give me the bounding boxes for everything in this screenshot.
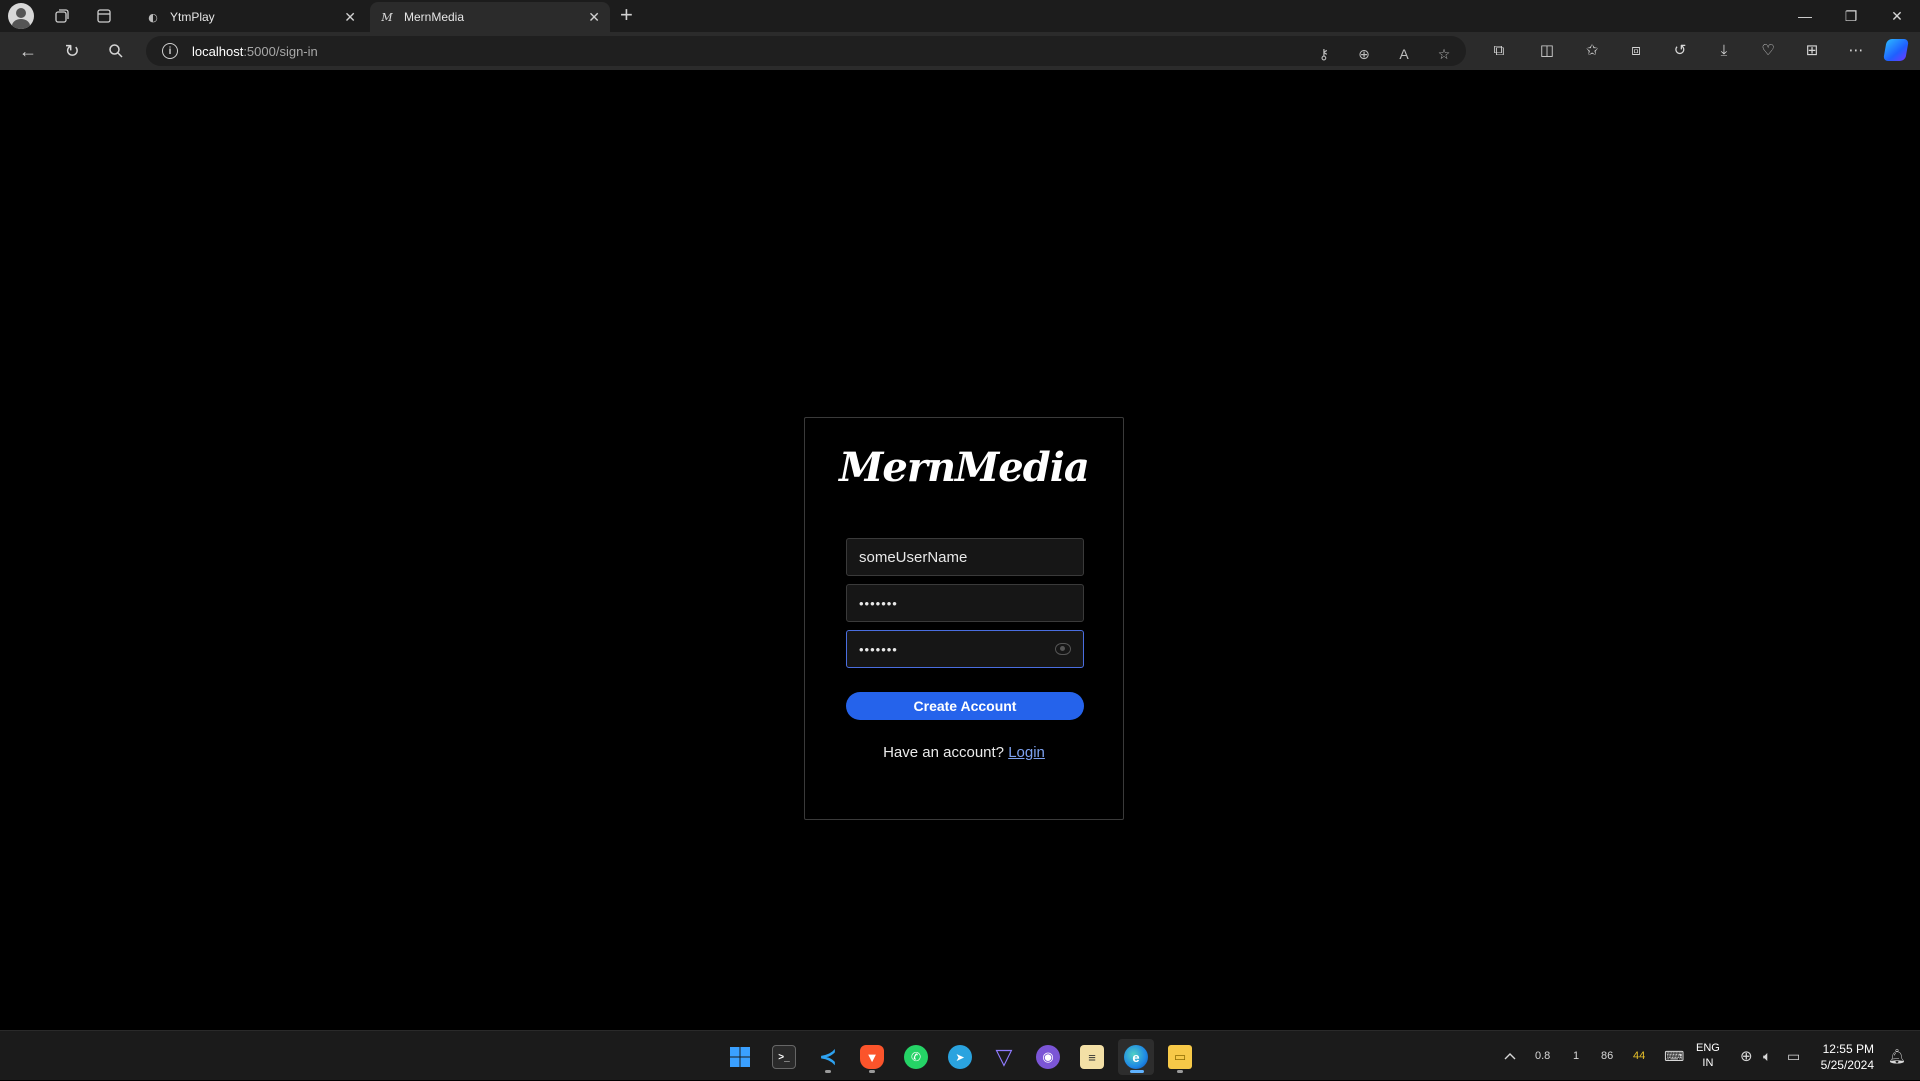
site-info-icon[interactable]: i [162, 43, 178, 59]
history-icon[interactable]: ↺ [1668, 38, 1692, 62]
vscode-icon: ≺ [818, 1044, 838, 1069]
close-tab-icon[interactable]: ✕ [344, 9, 356, 26]
brave-app[interactable]: ▼ [854, 1039, 890, 1075]
confirm-password-value: ••••••• [859, 641, 898, 657]
have-account-row: Have an account? Login [805, 744, 1123, 761]
zoom-icon[interactable]: ⊕ [1354, 44, 1374, 64]
tab-title: MernMedia [404, 10, 465, 24]
keyboard-icon[interactable]: ⌨ [1664, 1031, 1684, 1081]
show-password-eye-icon[interactable] [1055, 643, 1071, 655]
refresh-icon[interactable]: ↻ [58, 38, 86, 64]
username-value: someUserName [859, 548, 968, 566]
close-tab-icon[interactable]: ✕ [588, 9, 600, 26]
tab-mernmedia[interactable]: M MernMedia ✕ [370, 2, 610, 32]
notepad-app[interactable]: ≡ [1074, 1039, 1110, 1075]
confirm-password-input[interactable]: ••••••• [846, 630, 1084, 668]
mernmedia-m-icon: M [381, 10, 393, 24]
proton-vpn-app[interactable]: ▽ [986, 1039, 1022, 1075]
address-bar[interactable]: i localhost:5000/sign-in ⚷ ⊕ A ☆ [146, 36, 1466, 66]
app-logo: MernMedia [839, 444, 1090, 491]
file-explorer-icon: ▭ [1168, 1045, 1192, 1069]
password-input[interactable]: ••••••• [846, 584, 1084, 622]
vscode-app[interactable]: ≺ [810, 1039, 846, 1075]
edge-app[interactable]: e [1118, 1039, 1154, 1075]
tray-overflow-icon[interactable] [1504, 1031, 1516, 1081]
page-viewport: MernMedia someUserName ••••••• ••••••• C… [4, 70, 1916, 1028]
browser-tab-bar: ◐ YtmPlay ✕ M MernMedia ✕ + — ❐ ✕ [0, 0, 1920, 32]
username-input[interactable]: someUserName [846, 538, 1084, 576]
new-tab-icon[interactable]: + [620, 2, 633, 28]
notifications-icon[interactable]: 🔔︎ [1888, 1031, 1906, 1081]
search-icon[interactable] [102, 38, 130, 64]
proton-vpn-icon: ▽ [995, 1044, 1013, 1069]
copilot-icon[interactable] [1883, 39, 1909, 61]
tab-title: YtmPlay [170, 10, 215, 24]
apps-icon[interactable]: ⊞ [1800, 38, 1824, 62]
whatsapp-icon: ✆ [904, 1045, 928, 1069]
password-value: ••••••• [859, 595, 898, 611]
have-account-text: Have an account? [883, 744, 1005, 761]
clock-date: 5/25/2024 [1820, 1058, 1874, 1072]
github-desktop-app[interactable]: ◉ [1030, 1039, 1066, 1075]
close-window-icon[interactable]: ✕ [1874, 0, 1920, 32]
collections-icon[interactable]: ⧈ [1624, 38, 1648, 62]
restore-icon[interactable]: ❐ [1828, 0, 1874, 32]
tab-ytmplay[interactable]: ◐ YtmPlay ✕ [136, 2, 366, 32]
password-key-icon[interactable]: ⚷ [1314, 44, 1334, 64]
volume-icon[interactable]: 🔈︎ [1763, 1031, 1771, 1081]
battery-icon[interactable]: ▭ [1787, 1031, 1800, 1081]
tray-stat-temp: 44 [1633, 1050, 1646, 1062]
file-explorer-app[interactable]: ▭ [1162, 1039, 1198, 1075]
tray-stat-disk: 86 [1601, 1050, 1614, 1062]
terminal-app[interactable]: >_ [766, 1039, 802, 1075]
notepad-icon: ≡ [1080, 1045, 1104, 1069]
favorites-icon[interactable]: ✩ [1580, 38, 1604, 62]
minimize-icon[interactable]: — [1782, 0, 1828, 32]
more-menu-icon[interactable]: ⋯ [1844, 38, 1868, 62]
tab-actions-icon[interactable] [90, 2, 118, 30]
network-icon[interactable]: ⊕ [1740, 1031, 1753, 1081]
telegram-app[interactable]: ➤ [942, 1039, 978, 1075]
browser-essentials-icon[interactable]: ♡ [1756, 38, 1780, 62]
windows-start-icon [730, 1047, 750, 1067]
language-indicator[interactable]: ENG IN [1696, 1041, 1720, 1071]
edge-icon: e [1124, 1045, 1148, 1069]
whatsapp-app[interactable]: ✆ [898, 1039, 934, 1075]
system-clock[interactable]: 12:55 PM 5/25/2024 [1821, 1041, 1874, 1073]
downloads-icon[interactable]: ⤓ [1712, 38, 1736, 62]
clock-time: 12:55 PM [1822, 1042, 1874, 1056]
profile-avatar-icon[interactable] [8, 3, 34, 29]
brave-icon: ▼ [860, 1045, 884, 1069]
ytmplay-icon: ◐ [148, 10, 158, 24]
create-account-button[interactable]: Create Account [846, 692, 1084, 720]
read-aloud-icon[interactable]: A [1394, 44, 1414, 64]
tray-stat-ram: 1 [1573, 1050, 1580, 1062]
start-button[interactable] [722, 1039, 758, 1075]
back-icon[interactable]: ← [14, 38, 42, 64]
favorite-star-icon[interactable]: ☆ [1434, 44, 1454, 64]
signup-card: MernMedia someUserName ••••••• ••••••• C… [804, 417, 1124, 820]
workspaces-icon[interactable] [48, 2, 76, 30]
terminal-icon: >_ [772, 1045, 796, 1069]
login-link[interactable]: Login [1008, 744, 1045, 761]
windows-taskbar: >_ ≺ ▼ ✆ ➤ ▽ ◉ ≡ e ▭ 0.8 1 86 44 ⌨ ENG I… [0, 1030, 1920, 1080]
extensions-icon[interactable]: ⧉ [1487, 38, 1511, 62]
split-screen-icon[interactable]: ◫ [1535, 38, 1559, 62]
telegram-icon: ➤ [948, 1045, 972, 1069]
github-desktop-icon: ◉ [1036, 1045, 1060, 1069]
url-text: localhost:5000/sign-in [192, 43, 318, 59]
tray-stat-cpu: 0.8 [1535, 1050, 1551, 1062]
